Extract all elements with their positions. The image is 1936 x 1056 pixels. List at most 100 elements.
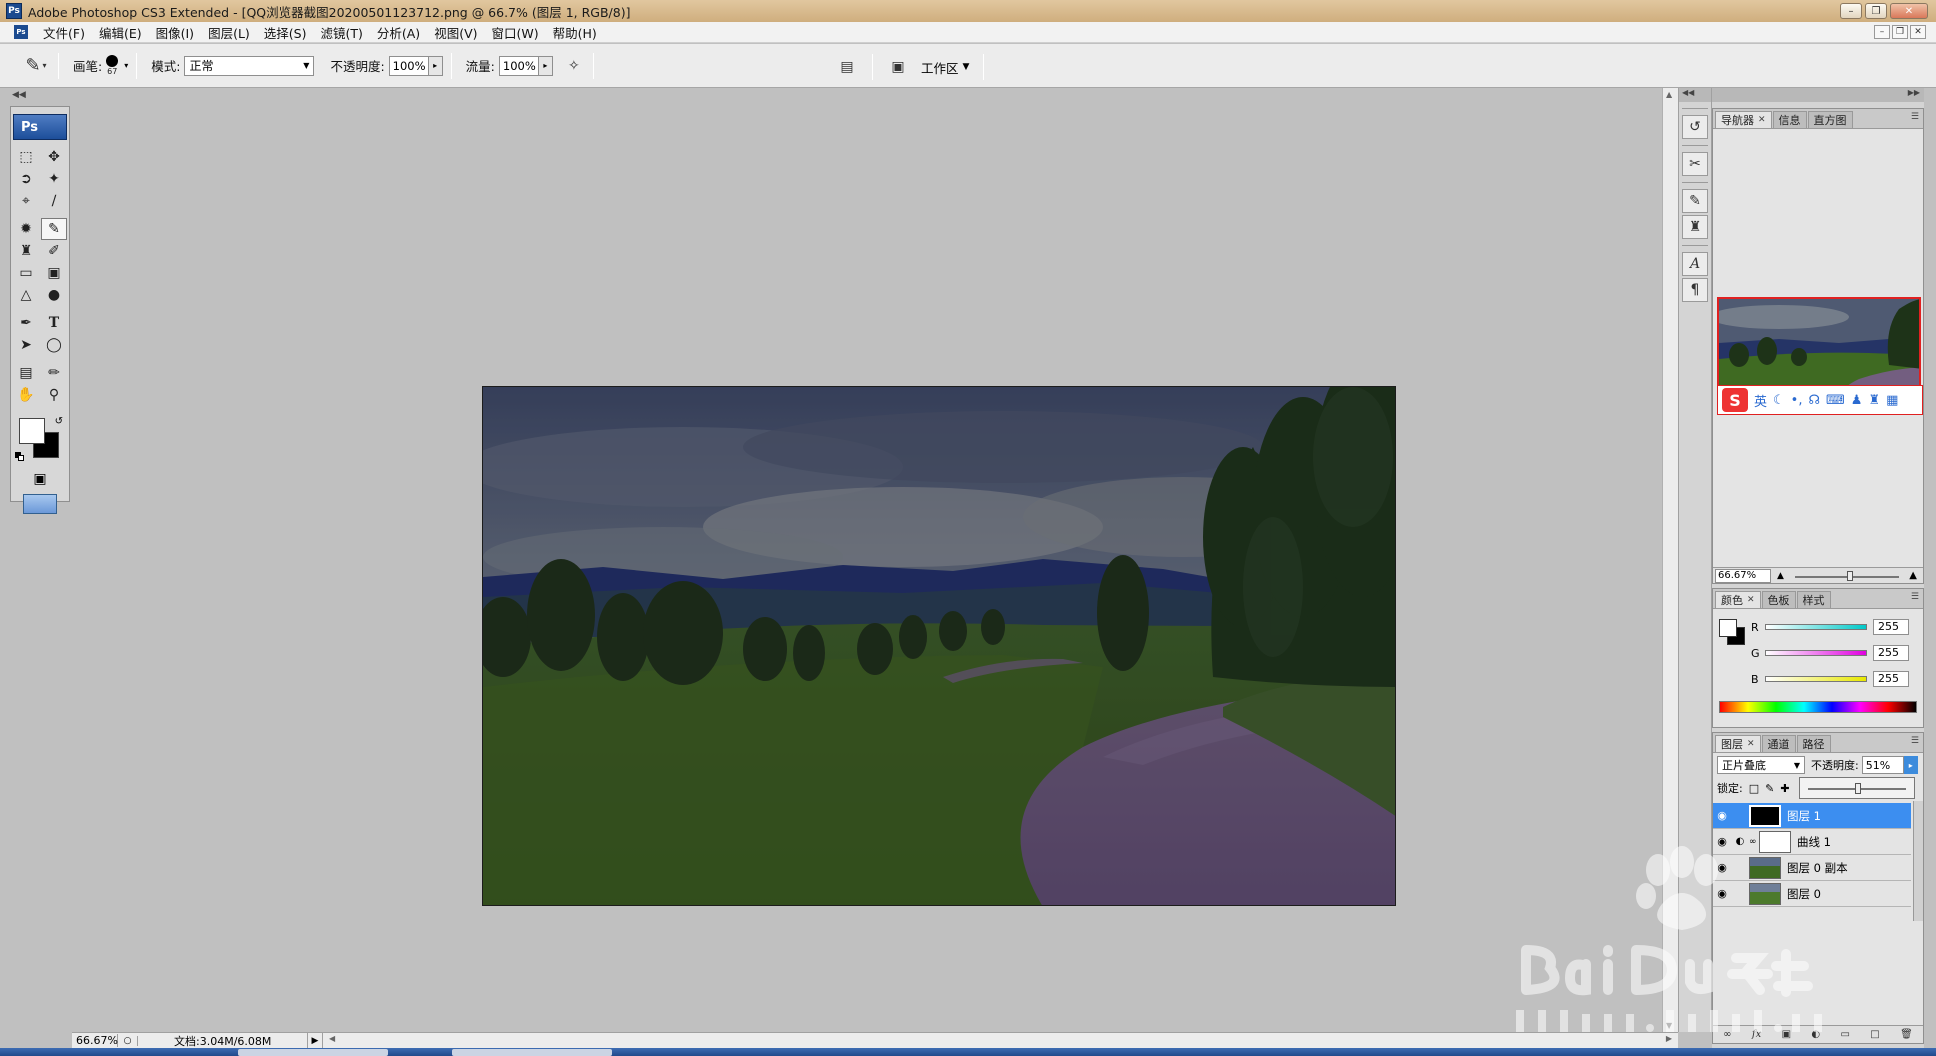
- default-colors-icon[interactable]: [15, 452, 25, 462]
- shape-tool-icon[interactable]: ◯: [41, 334, 67, 356]
- pen-tool-icon[interactable]: ✒: [13, 312, 39, 334]
- status-menu-icon[interactable]: ▶: [308, 1036, 322, 1046]
- screen-mode-icon[interactable]: [23, 494, 57, 514]
- menu-window[interactable]: 窗口(W): [485, 23, 546, 42]
- tool-preset-picker[interactable]: ✎ ▾: [22, 52, 50, 80]
- tab-navigator[interactable]: 导航器 ✕: [1715, 111, 1772, 128]
- status-info-icon[interactable]: ○: [118, 1035, 138, 1046]
- quick-mask-icon[interactable]: ▣: [27, 468, 53, 490]
- slider-knob[interactable]: [1847, 570, 1853, 581]
- swap-colors-icon[interactable]: ↺: [55, 416, 63, 427]
- opacity-slider-popup[interactable]: [1799, 777, 1915, 799]
- tab-paths[interactable]: 路径: [1796, 735, 1831, 752]
- menu-view[interactable]: 视图(V): [427, 23, 484, 42]
- tab-color[interactable]: 颜色 ✕: [1715, 591, 1761, 608]
- menu-edit[interactable]: 编辑(E): [92, 23, 149, 42]
- menu-select[interactable]: 选择(S): [257, 23, 314, 42]
- lock-pixels-icon[interactable]: ✎: [1765, 782, 1774, 795]
- history-panel-icon[interactable]: ↺: [1682, 115, 1708, 139]
- flow-input[interactable]: 100%: [498, 55, 539, 76]
- blend-mode-select[interactable]: 正片叠底 ▼: [1717, 756, 1805, 774]
- delete-layer-icon[interactable]: 🗑: [1900, 1029, 1913, 1040]
- blue-gradient[interactable]: [1765, 676, 1867, 682]
- eyedropper-icon[interactable]: ✏: [41, 362, 67, 384]
- panel-menu-icon[interactable]: ☰: [1911, 592, 1919, 602]
- paragraph-panel-icon[interactable]: ¶: [1682, 278, 1708, 302]
- ime-language-label[interactable]: 英: [1754, 391, 1767, 410]
- airbrush-icon[interactable]: ✧: [563, 55, 585, 77]
- layer-row[interactable]: ◉ 图层 1: [1713, 803, 1911, 829]
- restore-button[interactable]: ❐: [1865, 3, 1887, 19]
- workspace-menu[interactable]: 工作区 ▼: [921, 58, 969, 77]
- notes-tool-icon[interactable]: ▤: [13, 362, 39, 384]
- palette-well-icon[interactable]: ▤: [836, 56, 858, 78]
- ime-toolbar[interactable]: S 英 ☾ •, ☊ ⌨ ♟ ♜ ▦: [1717, 385, 1923, 415]
- document-canvas[interactable]: [482, 386, 1396, 906]
- app-icon[interactable]: Ps: [6, 3, 22, 19]
- zoom-field[interactable]: 66.67%: [72, 1034, 118, 1047]
- layer-opacity-input[interactable]: 51%: [1861, 756, 1904, 774]
- dock-collapse-icon[interactable]: ◀◀: [1679, 88, 1711, 102]
- tab-swatches[interactable]: 色板: [1761, 591, 1796, 608]
- lock-position-icon[interactable]: ✚: [1780, 782, 1789, 795]
- history-brush-icon[interactable]: ✐: [41, 240, 67, 262]
- blur-tool-icon[interactable]: △: [13, 284, 39, 306]
- minimize-button[interactable]: –: [1840, 3, 1862, 19]
- gradient-tool-icon[interactable]: ▣: [41, 262, 67, 284]
- punctuation-icon[interactable]: •,: [1791, 393, 1803, 408]
- toolbox-collapse-icon[interactable]: ◀◀: [12, 90, 26, 100]
- zoom-in-icon[interactable]: ▲: [1909, 570, 1917, 581]
- marquee-tool-icon[interactable]: ⬚: [13, 146, 39, 168]
- tool-presets-icon[interactable]: ✂: [1682, 152, 1708, 176]
- close-icon[interactable]: ✕: [1758, 115, 1766, 125]
- opacity-input[interactable]: 100%: [388, 55, 429, 76]
- character-panel-icon[interactable]: A: [1682, 252, 1708, 276]
- grid-icon[interactable]: ▦: [1886, 393, 1898, 408]
- lock-transparency-icon[interactable]: □: [1749, 782, 1759, 795]
- microphone-icon[interactable]: ☊: [1808, 393, 1820, 408]
- horizontal-scrollbar[interactable]: ◀ ▶: [322, 1033, 1678, 1048]
- opacity-slider-knob[interactable]: [1854, 783, 1861, 794]
- zoom-out-icon[interactable]: ▲: [1777, 571, 1784, 581]
- dodge-tool-icon[interactable]: ●: [41, 284, 67, 306]
- panel-menu-icon[interactable]: ☰: [1911, 736, 1919, 746]
- lasso-tool-icon[interactable]: ➲: [13, 168, 39, 190]
- tab-info[interactable]: 信息: [1772, 111, 1807, 128]
- menu-layer[interactable]: 图层(L): [201, 23, 257, 42]
- tab-channels[interactable]: 通道: [1761, 735, 1796, 752]
- mode-select[interactable]: 正常 ▼: [184, 55, 315, 76]
- hand-tool-icon[interactable]: ✋: [13, 384, 39, 406]
- bridge-icon[interactable]: ▣: [887, 56, 909, 78]
- menu-filter[interactable]: 滤镜(T): [313, 23, 369, 42]
- color-spectrum[interactable]: [1719, 701, 1917, 713]
- magic-wand-icon[interactable]: ✦: [41, 168, 67, 190]
- blue-value[interactable]: 255: [1873, 671, 1909, 687]
- blue-slider[interactable]: B 255: [1751, 669, 1923, 689]
- navigator-zoom-slider[interactable]: ▲ ▲: [1777, 569, 1917, 583]
- type-tool-icon[interactable]: T: [41, 312, 67, 334]
- close-button[interactable]: ✕: [1890, 3, 1928, 19]
- taskbar-item[interactable]: [452, 1049, 612, 1056]
- eraser-tool-icon[interactable]: ▭: [13, 262, 39, 284]
- flow-slider-button[interactable]: ▸: [538, 55, 553, 76]
- user-icon[interactable]: ♟: [1851, 393, 1863, 408]
- moon-icon[interactable]: ☾: [1773, 393, 1785, 408]
- move-tool-icon[interactable]: ✥: [41, 146, 67, 168]
- tab-histogram[interactable]: 直方图: [1807, 111, 1853, 128]
- layer-opacity-arrow[interactable]: ▸: [1903, 756, 1918, 774]
- zoom-tool-icon[interactable]: ⚲: [41, 384, 67, 406]
- ps-logo[interactable]: Ps: [13, 114, 67, 140]
- green-value[interactable]: 255: [1873, 645, 1909, 661]
- slice-tool-icon[interactable]: ∕: [41, 190, 67, 212]
- document-icon[interactable]: Ps: [14, 25, 28, 39]
- red-gradient[interactable]: [1765, 624, 1867, 630]
- healing-brush-icon[interactable]: ✹: [13, 218, 39, 240]
- close-icon[interactable]: ✕: [1747, 595, 1755, 605]
- brush-tool-icon[interactable]: ✎: [41, 218, 67, 240]
- brushes-panel-icon[interactable]: ✎: [1682, 189, 1708, 213]
- close-icon[interactable]: ✕: [1747, 739, 1755, 749]
- red-slider[interactable]: R 255: [1751, 617, 1923, 637]
- green-slider[interactable]: G 255: [1751, 643, 1923, 663]
- layers-scrollbar[interactable]: [1913, 801, 1923, 921]
- tab-layers[interactable]: 图层 ✕: [1715, 735, 1761, 752]
